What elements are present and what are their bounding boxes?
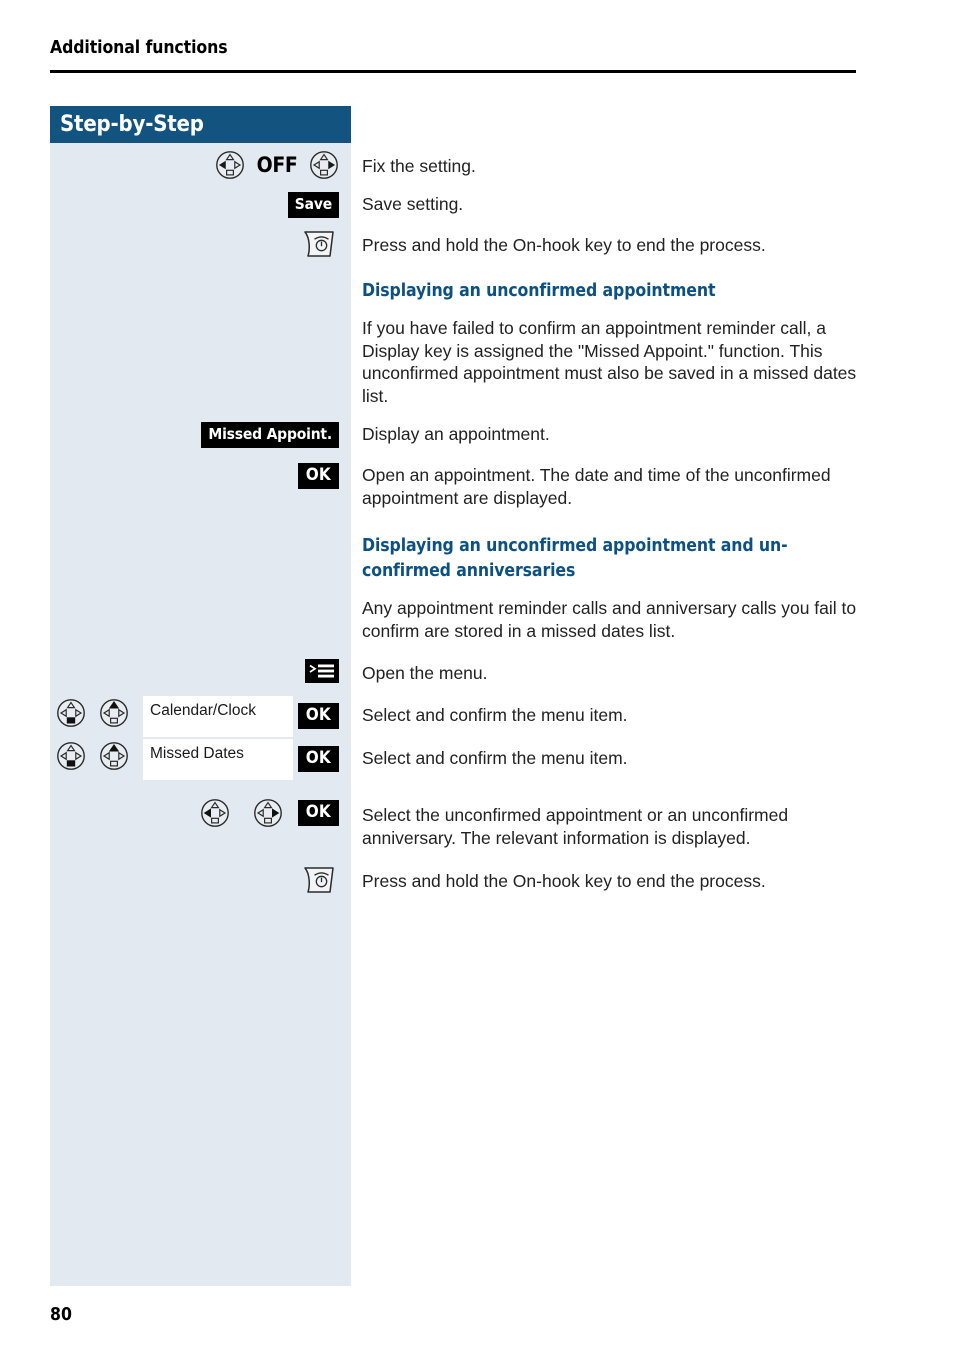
step-controls: Calendar/Clock OK [50,696,351,740]
step-row-save-setting: Save Save setting. [0,192,954,220]
navigation-key-right-icon[interactable] [309,150,339,180]
ok-button[interactable]: OK [297,703,339,729]
step-controls: OFF [50,150,351,182]
navigation-key-down-icon[interactable] [56,741,86,771]
step-by-step-header: Step-by-Step [50,106,351,143]
step-controls [50,228,351,262]
step-description: Display an appointment. [362,424,550,444]
running-head: Additional functions [50,38,228,58]
on-hook-key-icon[interactable] [299,228,339,260]
step-controls: Missed Appoint. [50,422,351,450]
section-body: Any appointment reminder calls and anniv… [362,598,857,641]
step-description: Save setting. [362,194,464,214]
step-controls: OK [50,798,351,848]
step-controls [50,864,351,898]
menu-item-label: Missed Dates [150,745,244,762]
step-row-select-unconfirmed: OK Select the unconfirmed appointment or… [0,798,954,848]
section-heading-line-1: Displaying an unconfirmed appointment an… [362,536,788,556]
navigation-key-left-icon[interactable] [200,798,230,828]
menu-item-label: Calendar/Clock [150,702,256,719]
menu-icon[interactable] [305,659,339,683]
navigation-key-left-icon[interactable] [215,150,245,180]
step-by-step-title: Step-by-Step [60,112,204,137]
step-controls: Missed Dates OK [50,739,351,783]
step-description: Open the menu. [362,663,488,683]
step-row-calendar-clock: Calendar/Clock OK Select and confirm the… [0,696,954,740]
header-rule [50,70,856,73]
menu-item-calendar-clock[interactable]: Calendar/Clock [143,696,293,737]
step-row-end-process-2: Press and hold the On-hook key to end th… [0,864,954,898]
step-row-fix-setting: OFF Fix the setting. [0,150,954,182]
step-description: Press and hold the On-hook key to end th… [362,871,766,891]
step-description: Fix the setting. [362,156,476,176]
step-description: Select and confirm the menu item. [362,705,628,725]
step-description: Select and confirm the menu item. [362,748,628,768]
section-body: If you have failed to confirm an appoint… [362,318,857,406]
ok-button[interactable]: OK [297,463,339,489]
on-hook-key-icon[interactable] [299,864,339,896]
navigation-key-down-icon[interactable] [56,698,86,728]
missed-appoint-button[interactable]: Missed Appoint. [201,422,339,448]
step-row-end-process-1: Press and hold the On-hook key to end th… [0,228,954,262]
section-heading: Displaying an unconfirmed appointment [362,281,716,301]
step-row-open-appointment: OK Open an appointment. The date and tim… [0,463,954,513]
step-description: Select the unconfirmed appointment or an… [362,805,789,848]
save-button[interactable]: Save [287,192,339,218]
off-label: OFF [256,153,298,177]
navigation-key-up-icon[interactable] [99,741,129,771]
step-row-missed-dates: Missed Dates OK Select and confirm the m… [0,739,954,783]
step-controls: OK [50,463,351,513]
step-controls [50,659,351,689]
step-description: Press and hold the On-hook key to end th… [362,235,766,255]
page-number: 80 [50,1305,72,1325]
ok-button[interactable]: OK [297,746,339,772]
step-row-missed-appoint: Missed Appoint. Display an appointment. [0,422,954,450]
menu-item-missed-dates[interactable]: Missed Dates [143,739,293,780]
section-heading-line-2: confirmed anniversaries [362,561,576,581]
navigation-key-right-icon[interactable] [253,798,283,828]
step-controls: Save [50,192,351,220]
step-row-open-menu: Open the menu. [0,659,954,689]
step-description: Open an appointment. The date and time o… [362,465,831,508]
navigation-key-up-icon[interactable] [99,698,129,728]
section-heading: Displaying an unconfirmed appointment an… [362,534,882,584]
ok-button[interactable]: OK [297,800,339,826]
